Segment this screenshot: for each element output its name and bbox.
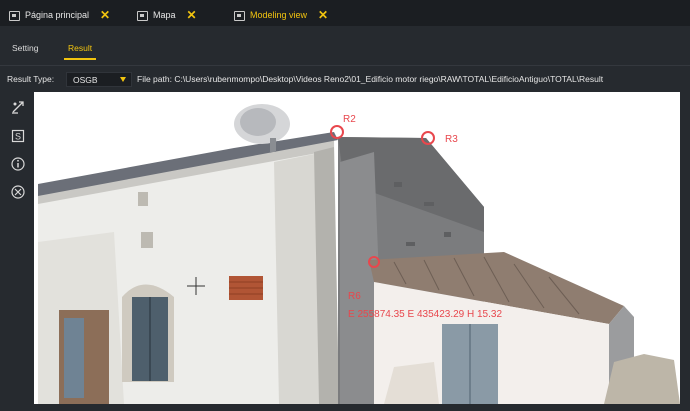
chevron-down-icon (120, 77, 126, 82)
s-box-icon[interactable]: S (9, 127, 27, 145)
svg-text:S: S (15, 132, 21, 142)
clear-icon[interactable] (9, 183, 27, 201)
marker-label-r3: R3 (445, 134, 458, 145)
marker-label-r2: R2 (343, 114, 356, 125)
result-type-label: Result Type: (7, 74, 55, 84)
measure-point-icon[interactable] (9, 98, 27, 116)
tab-pagina-principal[interactable]: Página principal ✕ (2, 4, 116, 26)
info-icon[interactable] (9, 155, 27, 173)
tab-result[interactable]: Result (63, 43, 97, 60)
close-icon[interactable]: ✕ (318, 8, 328, 22)
result-type-select[interactable]: OSGB (66, 72, 132, 87)
tab-label: Mapa (153, 10, 176, 20)
map-tab-icon (136, 9, 148, 21)
marker-coordinates: E 255874.35 E 435423.29 H 15.32 (348, 309, 503, 320)
building-model-render (38, 104, 680, 404)
close-icon[interactable]: ✕ (187, 8, 197, 22)
bottom-bar (0, 404, 690, 411)
tab-label: Página principal (25, 10, 90, 20)
file-path-text: File path: C:\Users\rubenmompo\Desktop\V… (137, 74, 604, 84)
model-tab-icon (233, 9, 245, 21)
result-type-value: OSGB (73, 74, 98, 85)
tab-label: Modeling view (250, 10, 308, 20)
sub-tab-bar: Setting Result (0, 26, 690, 66)
marker-label-r6: R6 (348, 291, 361, 302)
tab-bar: Página principal ✕ Mapa ✕ Modeling view … (0, 0, 690, 26)
home-tab-icon (8, 9, 20, 21)
tab-modeling-view[interactable]: Modeling view ✕ (227, 4, 334, 26)
3d-model-viewport[interactable]: R2 R3 R6 E 255874.35 E 435423.29 H 15.32 (34, 92, 680, 404)
tab-setting[interactable]: Setting (12, 43, 38, 53)
tab-mapa[interactable]: Mapa ✕ (130, 4, 203, 26)
close-icon[interactable]: ✕ (100, 8, 110, 22)
result-type-row: Result Type: OSGB File path: C:\Users\ru… (0, 66, 690, 92)
left-toolbar: S (0, 92, 34, 411)
